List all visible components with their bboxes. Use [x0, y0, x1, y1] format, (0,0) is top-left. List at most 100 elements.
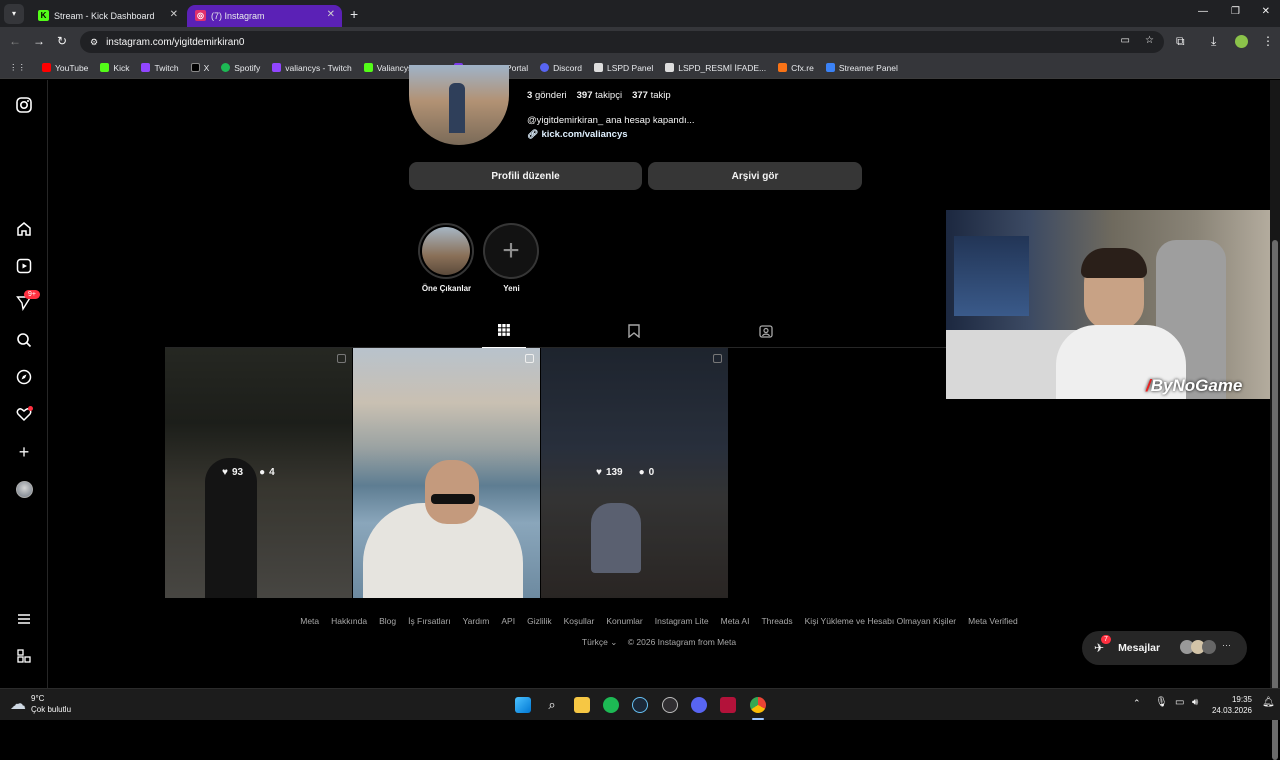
bookmark-discord[interactable]: Discord	[540, 63, 582, 73]
explore-icon[interactable]	[15, 368, 33, 386]
cast-icon[interactable]: ▭	[1121, 35, 1130, 46]
new-tab-button[interactable]: +	[350, 6, 358, 22]
instagram-logo-icon[interactable]	[15, 96, 33, 114]
minimize-icon[interactable]: —	[1198, 6, 1208, 17]
network-icon[interactable]: ▭	[1175, 697, 1184, 708]
forward-icon[interactable]: →	[33, 34, 45, 48]
post-tile[interactable]	[353, 348, 540, 598]
clock[interactable]: 19:35 24.03.2026	[1210, 694, 1252, 716]
tab-saved[interactable]	[628, 324, 640, 341]
apps-icon[interactable]: ⋮⋮	[9, 62, 26, 73]
bookmark-lspd-ifade[interactable]: LSPD_RESMİ İFADE...	[665, 63, 766, 73]
profile-link[interactable]: 🔗︎ kick.com/valiancys	[527, 129, 628, 140]
windows-start-icon[interactable]	[515, 697, 531, 713]
discord-icon[interactable]	[691, 697, 707, 713]
obs-icon[interactable]	[662, 697, 678, 713]
footer-link[interactable]: Instagram Lite	[655, 616, 709, 626]
instagram-sidebar: 9+ +	[0, 80, 48, 688]
followers-count[interactable]: 397 takipçi	[577, 90, 622, 101]
edit-profile-button[interactable]: Profili düzenle	[409, 162, 642, 190]
search-icon[interactable]	[15, 331, 33, 349]
footer-link[interactable]: Konumlar	[606, 616, 642, 626]
profile-avatar[interactable]	[15, 480, 33, 498]
highlight-item[interactable]: Öne Çıkanlar	[418, 223, 475, 293]
reels-icon[interactable]	[15, 257, 33, 275]
footer-link[interactable]: Hakkında	[331, 616, 367, 626]
chrome-icon[interactable]	[750, 697, 766, 713]
posts-count: 3 gönderi	[527, 90, 567, 101]
avatar[interactable]	[1235, 35, 1248, 48]
windows-taskbar: ☁ 9°C Çok bulutlu ⌕ ⌃ 🎙︎ ▭ 🔊︎ 19:35 24.0…	[0, 688, 1280, 720]
microphone-icon[interactable]: 🎙︎	[1155, 697, 1168, 708]
more-icon: ⋯	[1222, 640, 1231, 650]
footer-link[interactable]: Blog	[379, 616, 396, 626]
notification-center-icon[interactable]: 🔔︎	[1262, 697, 1275, 708]
tab-kick-dashboard[interactable]: K Stream - Kick Dashboard ✕	[30, 5, 185, 27]
bookmark-twitch[interactable]: Twitch	[141, 63, 179, 73]
tab-instagram[interactable]: ◎ (7) Instagram ✕	[187, 4, 342, 27]
app-icon[interactable]	[720, 697, 736, 713]
profile-picture[interactable]	[409, 65, 509, 145]
new-highlight-item[interactable]: + Yeni	[483, 223, 540, 293]
site-info-icon[interactable]: ⚙	[90, 37, 98, 48]
weather-widget[interactable]: ☁ 9°C Çok bulutlu	[10, 693, 71, 715]
footer-link[interactable]: Meta	[300, 616, 319, 626]
volume-icon[interactable]: 🔊︎	[1192, 697, 1198, 708]
post-tile[interactable]: ♥ 93 ● 4	[165, 348, 352, 598]
bookmark-valiancys-twitch[interactable]: valiancys - Twitch	[272, 63, 352, 73]
following-count[interactable]: 377 takip	[632, 90, 671, 101]
close-window-icon[interactable]: ✕	[1262, 6, 1270, 17]
footer-link[interactable]: Yardım	[463, 616, 490, 626]
create-icon[interactable]: +	[15, 442, 33, 462]
close-tab-icon[interactable]: ✕	[170, 9, 178, 20]
tab-tagged[interactable]	[759, 324, 773, 341]
page-scrollbar[interactable]	[1270, 80, 1280, 760]
footer-link[interactable]: Koşullar	[564, 616, 595, 626]
footer-link[interactable]: Meta AI	[721, 616, 750, 626]
language-select[interactable]: Türkçe ⌄	[582, 637, 617, 647]
footer-link[interactable]: API	[501, 616, 515, 626]
multi-post-icon	[337, 354, 346, 363]
footer-link[interactable]: Threads	[761, 616, 792, 626]
bynogame-watermark: /ByNoGame	[1146, 376, 1243, 395]
reload-icon[interactable]: ↻	[57, 34, 67, 48]
more-menu-icon[interactable]	[15, 610, 33, 628]
close-tab-icon[interactable]: ✕	[327, 9, 335, 20]
tab-posts[interactable]	[482, 324, 526, 348]
home-icon[interactable]	[15, 220, 33, 238]
search-icon[interactable]: ⌕	[544, 697, 560, 713]
footer-link[interactable]: Gizlilik	[527, 616, 552, 626]
direct-messages-icon[interactable]: 9+	[15, 290, 40, 312]
footer-link[interactable]: Meta Verified	[968, 616, 1018, 626]
tagged-icon	[759, 325, 773, 338]
plus-icon: +	[502, 234, 520, 267]
bookmark-star-icon[interactable]: ☆	[1145, 35, 1154, 46]
download-icon[interactable]: ⤓	[1211, 34, 1216, 49]
bookmark-youtube[interactable]: YouTube	[42, 63, 88, 73]
steam-icon[interactable]	[632, 697, 648, 713]
extensions-icon[interactable]: ⧉	[1176, 34, 1185, 49]
time: 19:35	[1231, 695, 1252, 704]
bookmark-spotify[interactable]: Spotify	[221, 63, 260, 73]
view-archive-button[interactable]: Arşivi gör	[648, 162, 862, 190]
bookmark-streamer-panel[interactable]: Streamer Panel	[825, 63, 898, 73]
also-from-meta-icon[interactable]	[15, 647, 33, 665]
bookmark-cfx[interactable]: Cfx.re	[778, 63, 814, 73]
address-bar[interactable]: ⚙ instagram.com/yigitdemirkiran0 ☆ ▭	[80, 31, 1164, 53]
menu-icon[interactable]: ⋮	[1262, 34, 1274, 48]
tab-search-button[interactable]: ▾	[4, 3, 24, 24]
post-tile[interactable]: ♥ 139 ● 0	[541, 348, 728, 598]
bookmark-lspd-panel[interactable]: LSPD Panel	[593, 63, 653, 73]
notifications-heart-icon[interactable]	[15, 405, 33, 423]
bookmark-x[interactable]: X	[190, 63, 209, 73]
spotify-icon[interactable]	[603, 697, 619, 713]
back-icon[interactable]: ←	[9, 34, 21, 48]
tray-chevron-icon[interactable]: ⌃	[1133, 698, 1141, 709]
file-explorer-icon[interactable]	[574, 697, 590, 713]
bookmark-kick[interactable]: Kick	[100, 63, 129, 73]
messages-pill[interactable]: ✈ 7 Mesajlar ⋯	[1082, 631, 1247, 665]
footer-link[interactable]: İş Fırsatları	[408, 616, 451, 626]
scrollbar-thumb[interactable]	[1272, 240, 1278, 760]
restore-icon[interactable]: ❐	[1231, 6, 1240, 17]
footer-link[interactable]: Kişi Yükleme ve Hesabı Olmayan Kişiler	[805, 616, 957, 626]
